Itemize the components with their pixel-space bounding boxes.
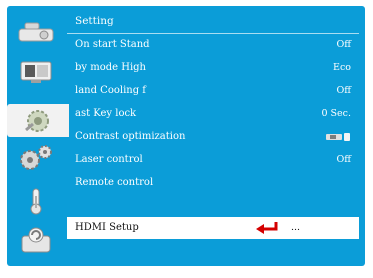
category-sidebar [7,6,69,266]
screen-display-icon [20,61,52,83]
menu-row-label: land Cooling f [75,85,146,96]
gear-setting-icon [25,109,49,132]
menu-row-remote-control[interactable]: Remote control [67,173,359,193]
menu-title: Setting [75,15,114,27]
menu-row-label: Laser control [75,154,143,165]
menu-row-key-lock[interactable]: ast Key lock 0 Sec. [67,104,359,124]
menu-row-value: Off [336,154,351,165]
projector-icon [18,22,54,41]
menu-row-by-mode[interactable]: by mode High Eco [67,58,359,78]
category-projector[interactable] [12,14,60,47]
thermometer-icon [30,188,42,214]
menu-row-value: Eco [333,62,351,73]
menu-row-value: 0 Sec. [321,108,351,119]
category-options[interactable] [12,141,60,174]
category-setting[interactable] [7,104,69,137]
menu-row-laser-control[interactable]: Laser control Off [67,150,359,170]
osd-menu-frame: Setting On start Stand Off by mode High … [7,6,365,266]
category-temperature[interactable] [12,184,60,217]
menu-row-label: On start Stand [75,39,150,50]
menu-row-value: Off [336,39,351,50]
setting-panel: Setting On start Stand Off by mode High … [67,11,359,261]
menu-row-label: ast Key lock [75,108,137,119]
category-information[interactable] [12,224,60,257]
menu-title-bar: Setting [67,11,359,34]
menu-row-value: Off [336,85,351,96]
menu-row-hdmi-setup[interactable]: HDMI Setup ... [67,217,359,239]
contrast-toggle-icon [326,133,350,141]
category-display[interactable] [12,55,60,88]
menu-row-value: ... [291,222,301,233]
info-reset-icon [21,227,51,252]
menu-row-label: Contrast optimization [75,131,186,142]
menu-row-label: Remote control [75,177,154,188]
options-gears-icon [20,144,52,170]
menu-row-label: HDMI Setup [75,222,139,233]
menu-row-on-start[interactable]: On start Stand Off [67,35,359,55]
menu-row-cooling[interactable]: land Cooling f Off [67,81,359,101]
menu-row-contrast-optimization[interactable]: Contrast optimization [67,127,359,147]
menu-row-label: by mode High [75,62,146,73]
enter-arrow-icon [256,222,278,234]
